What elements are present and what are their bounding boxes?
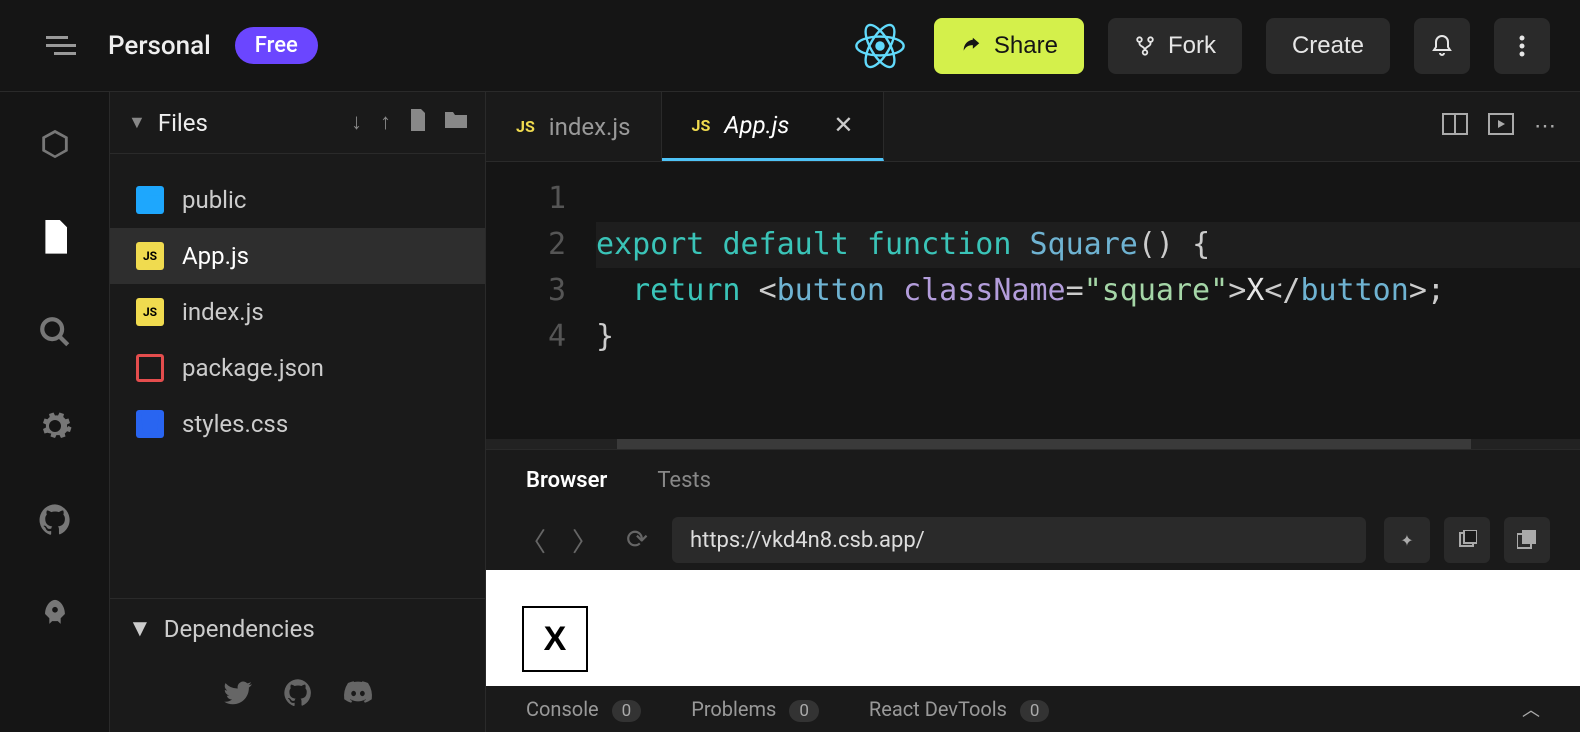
square-button[interactable]: X xyxy=(522,606,588,672)
activity-search[interactable] xyxy=(33,310,77,354)
github-icon[interactable] xyxy=(283,678,313,712)
problems-label: Problems xyxy=(691,697,776,721)
activity-deploy[interactable] xyxy=(33,592,77,636)
nav-forward-icon[interactable]: 〉 xyxy=(568,522,602,559)
file-item-index-js[interactable]: JS index.js xyxy=(110,284,485,340)
react-logo-icon xyxy=(850,16,910,76)
devtools-tab[interactable]: React DevTools 0 xyxy=(869,697,1050,721)
files-label: Files xyxy=(158,109,208,137)
tab-label: App.js xyxy=(724,111,789,139)
problems-tab[interactable]: Problems 0 xyxy=(691,697,819,721)
code-body: export default function Square() { retur… xyxy=(596,176,1580,439)
preview-frame: X xyxy=(486,570,1580,686)
download-icon[interactable]: ↓ xyxy=(351,109,362,137)
tab-label: index.js xyxy=(549,113,631,141)
file-item-styles-css[interactable]: styles.css xyxy=(110,396,485,452)
notifications-button[interactable] xyxy=(1414,18,1470,74)
popout-icon[interactable] xyxy=(1504,517,1550,563)
chevron-down-icon: ▼ xyxy=(128,614,152,643)
gutter: 1 2 3 4 xyxy=(486,176,596,439)
css-icon xyxy=(136,410,164,438)
js-icon: JS xyxy=(692,116,711,135)
activity-sandbox[interactable] xyxy=(33,122,77,166)
file-icon xyxy=(40,220,70,256)
activity-files[interactable] xyxy=(33,216,77,260)
share-button[interactable]: Share xyxy=(934,18,1084,74)
file-label: App.js xyxy=(182,242,249,270)
split-editor-icon[interactable] xyxy=(1442,113,1468,141)
rocket-icon xyxy=(38,597,72,631)
files-panel-header[interactable]: ▼ Files ↓ ↑ xyxy=(110,92,485,154)
file-label: index.js xyxy=(182,298,264,326)
create-label: Create xyxy=(1292,32,1364,60)
twitter-icon[interactable] xyxy=(223,678,253,712)
plan-badge[interactable]: Free xyxy=(235,27,318,64)
search-icon xyxy=(38,315,72,349)
fork-button[interactable]: Fork xyxy=(1108,18,1242,74)
file-label: public xyxy=(182,186,246,214)
github-icon xyxy=(38,503,72,537)
cube-icon xyxy=(38,127,72,161)
chevron-up-icon[interactable]: ︿ xyxy=(1522,696,1540,722)
problems-count: 0 xyxy=(789,700,819,722)
folder-icon xyxy=(136,186,164,214)
discord-icon[interactable] xyxy=(343,678,373,712)
file-item-app-js[interactable]: JS App.js xyxy=(110,228,485,284)
js-icon: JS xyxy=(516,117,535,136)
preview-icon[interactable] xyxy=(1488,113,1514,141)
code-editor[interactable]: 1 2 3 4 export default function Square()… xyxy=(486,162,1580,439)
activity-settings[interactable] xyxy=(33,404,77,448)
console-label: Console xyxy=(526,697,599,721)
js-icon: JS xyxy=(136,242,164,270)
file-label: styles.css xyxy=(182,410,288,438)
file-item-public[interactable]: public xyxy=(110,172,485,228)
nav-back-icon[interactable]: 〈 xyxy=(516,522,550,559)
activity-github[interactable] xyxy=(33,498,77,542)
close-icon[interactable]: ✕ xyxy=(833,111,853,139)
new-folder-icon[interactable] xyxy=(445,109,467,137)
more-menu-button[interactable] xyxy=(1494,18,1550,74)
fork-label: Fork xyxy=(1168,32,1216,60)
js-icon: JS xyxy=(136,298,164,326)
expand-icon[interactable]: ✦ xyxy=(1384,517,1430,563)
dots-vertical-icon xyxy=(1519,34,1525,58)
gear-icon xyxy=(37,408,73,444)
devtools-label: React DevTools xyxy=(869,697,1007,721)
menu-button[interactable] xyxy=(38,28,84,63)
url-text: https://vkd4n8.csb.app/ xyxy=(690,528,925,553)
workspace-name[interactable]: Personal xyxy=(108,31,211,61)
editor-scrollbar[interactable] xyxy=(486,439,1580,449)
file-label: package.json xyxy=(182,354,324,382)
tests-tab[interactable]: Tests xyxy=(657,468,711,493)
tab-app-js[interactable]: JS App.js ✕ xyxy=(662,92,885,161)
chevron-down-icon: ▼ xyxy=(128,112,146,133)
fork-icon xyxy=(1134,35,1156,57)
reload-icon[interactable]: ⟳ xyxy=(620,525,654,555)
new-window-icon[interactable] xyxy=(1444,517,1490,563)
url-input[interactable]: https://vkd4n8.csb.app/ xyxy=(672,517,1366,563)
upload-icon[interactable]: ↑ xyxy=(380,109,391,137)
share-label: Share xyxy=(994,32,1058,60)
json-icon xyxy=(136,354,164,382)
create-button[interactable]: Create xyxy=(1266,18,1390,74)
console-tab[interactable]: Console 0 xyxy=(526,697,641,721)
more-icon[interactable]: ⋯ xyxy=(1534,114,1556,139)
file-item-package-json[interactable]: package.json xyxy=(110,340,485,396)
share-arrow-icon xyxy=(960,35,982,57)
dependencies-panel-header[interactable]: ▼ Dependencies xyxy=(110,598,485,658)
bell-icon xyxy=(1430,34,1454,58)
devtools-count: 0 xyxy=(1020,700,1050,722)
dependencies-label: Dependencies xyxy=(164,615,315,643)
new-file-icon[interactable] xyxy=(409,109,427,137)
console-count: 0 xyxy=(612,700,642,722)
tab-index-js[interactable]: JS index.js xyxy=(486,92,662,161)
browser-tab[interactable]: Browser xyxy=(526,468,607,493)
